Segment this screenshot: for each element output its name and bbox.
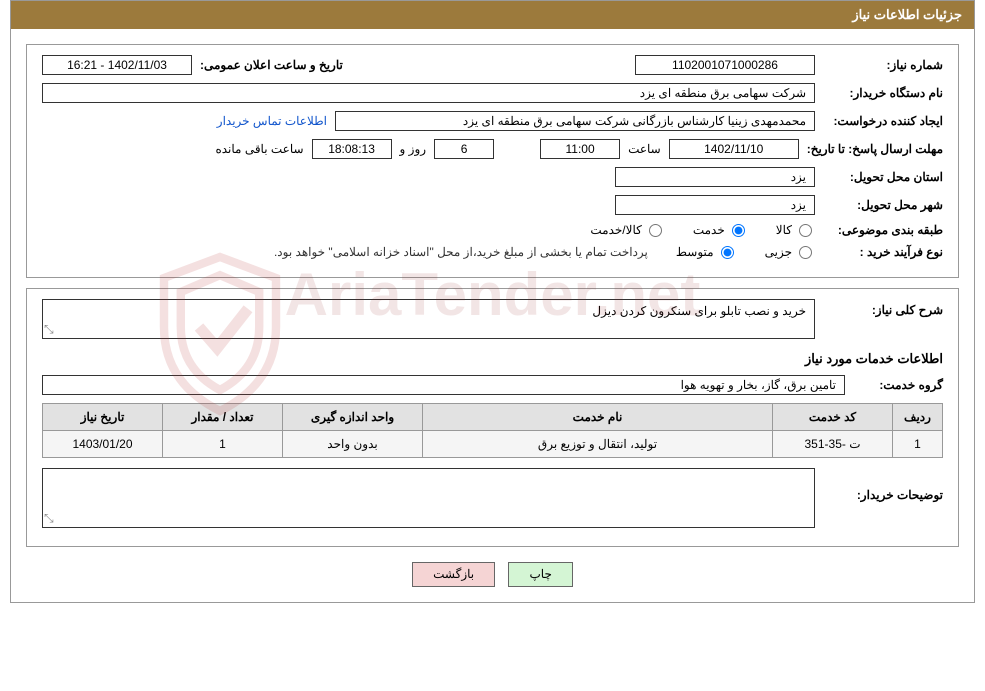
radio-minor-group: جزیی [765, 245, 815, 259]
table-row: 1 ت -35-351 تولید، انتقال و توزیع برق بد… [43, 431, 943, 458]
row-province: استان محل تحویل: یزد [42, 167, 943, 187]
row-service-group: گروه خدمت: تامین برق، گاز، بخار و تهویه … [42, 375, 943, 395]
radio-goods[interactable] [799, 224, 812, 237]
row-purchase-type: نوع فرآیند خرید : جزیی متوسط پرداخت تمام… [42, 245, 943, 259]
city-label: شهر محل تحویل: [823, 198, 943, 212]
general-desc-textarea[interactable]: خرید و نصب تابلو برای سنکرون کردن دیزل ⤡ [42, 299, 815, 339]
countdown-value: 18:08:13 [312, 139, 392, 159]
buyer-org-value: شرکت سهامی برق منطقه ای یزد [42, 83, 815, 103]
button-row: چاپ بازگشت [11, 562, 974, 587]
announce-date-label: تاریخ و ساعت اعلان عمومی: [200, 58, 343, 72]
province-value: یزد [615, 167, 815, 187]
radio-medium[interactable] [721, 246, 734, 259]
radio-goods-service-label: کالا/خدمت [590, 223, 641, 237]
table-header-row: ردیف کد خدمت نام خدمت واحد اندازه گیری ت… [43, 404, 943, 431]
th-code: کد خدمت [773, 404, 893, 431]
radio-goods-service-group: کالا/خدمت [590, 223, 664, 237]
outer-container: جزئیات اطلاعات نیاز شماره نیاز: 11020010… [10, 0, 975, 603]
need-number-label: شماره نیاز: [823, 58, 943, 72]
th-unit: واحد اندازه گیری [283, 404, 423, 431]
th-qty: تعداد / مقدار [163, 404, 283, 431]
row-buyer-notes: توضیحات خریدار: ⤡ [42, 468, 943, 528]
buyer-notes-label: توضیحات خریدار: [823, 468, 943, 502]
row-buyer-org: نام دستگاه خریدار: شرکت سهامی برق منطقه … [42, 83, 943, 103]
payment-note: پرداخت تمام یا بخشی از مبلغ خرید،از محل … [274, 245, 648, 259]
requester-label: ایجاد کننده درخواست: [823, 114, 943, 128]
days-remaining-value: 6 [434, 139, 494, 159]
row-general-desc: شرح کلی نیاز: خرید و نصب تابلو برای سنکر… [42, 299, 943, 339]
row-city: شهر محل تحویل: یزد [42, 195, 943, 215]
row-deadline: مهلت ارسال پاسخ: تا تاریخ: 1402/11/10 سا… [42, 139, 943, 159]
remaining-label: ساعت باقی مانده [215, 142, 303, 156]
topic-class-label: طبقه بندی موضوعی: [823, 223, 943, 237]
back-button[interactable]: بازگشت [412, 562, 495, 587]
cell-name: تولید، انتقال و توزیع برق [423, 431, 773, 458]
radio-service[interactable] [732, 224, 745, 237]
service-group-label: گروه خدمت: [853, 378, 943, 392]
deadline-time-value: 11:00 [540, 139, 620, 159]
province-label: استان محل تحویل: [823, 170, 943, 184]
buyer-org-label: نام دستگاه خریدار: [823, 86, 943, 100]
cell-unit: بدون واحد [283, 431, 423, 458]
radio-goods-label: کالا [776, 223, 792, 237]
services-info-title: اطلاعات خدمات مورد نیاز [42, 351, 943, 367]
radio-medium-label: متوسط [676, 245, 714, 259]
deadline-date-value: 1402/11/10 [669, 139, 799, 159]
need-number-value: 1102001071000286 [635, 55, 815, 75]
time-label: ساعت [628, 142, 661, 156]
radio-minor-label: جزیی [765, 245, 792, 259]
resize-handle-icon[interactable]: ⤡ [44, 322, 54, 337]
days-label: روز و [400, 142, 427, 156]
row-requester: ایجاد کننده درخواست: محمدمهدی زینیا کارش… [42, 111, 943, 131]
th-row: ردیف [893, 404, 943, 431]
radio-goods-group: کالا [776, 223, 815, 237]
city-value: یزد [615, 195, 815, 215]
cell-code: ت -35-351 [773, 431, 893, 458]
service-group-value: تامین برق، گاز، بخار و تهویه هوا [42, 375, 845, 395]
cell-num: 1 [893, 431, 943, 458]
purchase-type-label: نوع فرآیند خرید : [823, 245, 943, 259]
print-button[interactable]: چاپ [508, 562, 572, 587]
general-desc-label: شرح کلی نیاز: [823, 299, 943, 317]
radio-goods-service[interactable] [649, 224, 662, 237]
main-form-section: شماره نیاز: 1102001071000286 تاریخ و ساع… [26, 44, 959, 278]
announce-date-value: 1402/11/03 - 16:21 [42, 55, 192, 75]
th-date: تاریخ نیاز [43, 404, 163, 431]
cell-date: 1403/01/20 [43, 431, 163, 458]
row-need-number: شماره نیاز: 1102001071000286 تاریخ و ساع… [42, 55, 943, 75]
radio-service-group: خدمت [693, 223, 748, 237]
services-table: ردیف کد خدمت نام خدمت واحد اندازه گیری ت… [42, 403, 943, 458]
radio-minor[interactable] [799, 246, 812, 259]
general-desc-text: خرید و نصب تابلو برای سنکرون کردن دیزل [592, 304, 806, 318]
cell-qty: 1 [163, 431, 283, 458]
th-name: نام خدمت [423, 404, 773, 431]
requester-value: محمدمهدی زینیا کارشناس بازرگانی شرکت سها… [335, 111, 815, 131]
deadline-label: مهلت ارسال پاسخ: تا تاریخ: [807, 142, 943, 156]
buyer-notes-textarea[interactable]: ⤡ [42, 468, 815, 528]
contact-buyer-link[interactable]: اطلاعات تماس خریدار [217, 114, 327, 128]
row-topic-class: طبقه بندی موضوعی: کالا خدمت کالا/خدمت [42, 223, 943, 237]
page-header: جزئیات اطلاعات نیاز [11, 1, 974, 29]
radio-service-label: خدمت [693, 223, 725, 237]
resize-handle-icon[interactable]: ⤡ [44, 511, 54, 526]
services-section: شرح کلی نیاز: خرید و نصب تابلو برای سنکر… [26, 288, 959, 547]
radio-medium-group: متوسط [676, 245, 737, 259]
